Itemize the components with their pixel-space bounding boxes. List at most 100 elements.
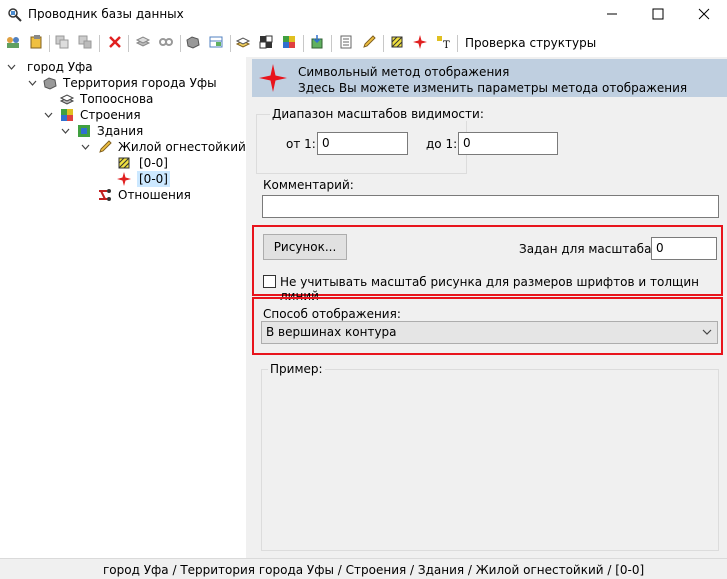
maximize-button[interactable] <box>635 0 681 30</box>
database-explorer-icon <box>7 7 23 23</box>
window-title: Проводник базы данных <box>28 7 184 21</box>
status-bar: город Уфа / Территория города Уфы / Стро… <box>0 558 727 579</box>
minimize-icon <box>606 8 618 23</box>
structure-icon <box>281 34 297 53</box>
toolbar-separator <box>457 35 458 52</box>
topo-button[interactable] <box>234 34 252 52</box>
comment-input[interactable] <box>262 195 719 218</box>
display-mode-value: В вершинах контура <box>266 325 397 339</box>
check-structure-button[interactable]: Проверка структуры <box>465 36 596 50</box>
toolbar-separator <box>230 35 231 52</box>
tree-node-item-1[interactable]: [0-0] <box>139 155 168 171</box>
toolbar-separator <box>99 35 100 52</box>
picture-button[interactable]: Рисунок... <box>263 234 347 260</box>
scale-set-input[interactable]: 0 <box>651 237 717 260</box>
copy-button[interactable] <box>53 34 71 52</box>
toolbar-separator <box>331 35 332 52</box>
tree-node-relations[interactable]: Отношения <box>118 187 191 203</box>
example-legend: Пример: <box>268 362 325 376</box>
header-subtitle: Здесь Вы можете изменить параметры метод… <box>298 81 688 95</box>
link-button[interactable] <box>157 34 175 52</box>
toolbar: T Проверка структуры <box>0 30 727 57</box>
close-button[interactable] <box>681 0 727 30</box>
display-mode-select[interactable]: В вершинах контура <box>261 321 718 344</box>
tree-node-residential[interactable]: Жилой огнестойкий <box>118 139 246 155</box>
collapse-icon[interactable] <box>80 139 90 155</box>
display-mode-label: Способ отображения: <box>263 307 401 321</box>
title-bar: Проводник базы данных <box>0 0 727 30</box>
layers-button[interactable] <box>134 34 152 52</box>
pencil-icon <box>97 139 113 155</box>
symbol-button[interactable] <box>411 34 429 52</box>
import-icon <box>309 34 325 53</box>
checker-icon <box>258 34 274 53</box>
toolbar-separator <box>180 35 181 52</box>
text-label-icon: T <box>435 34 451 53</box>
users-icon <box>5 34 21 53</box>
object-tree: город Уфа Территория города Уфы Топоосно… <box>0 57 246 558</box>
header-title: Символьный метод отображения <box>298 65 510 79</box>
toolbar-separator <box>303 35 304 52</box>
scale-from-input[interactable]: 0 <box>317 132 408 155</box>
layers-icon <box>135 34 151 53</box>
scale-to-input[interactable]: 0 <box>458 132 558 155</box>
table-icon <box>208 34 224 53</box>
tree-node-item-2-selected[interactable]: [0-0] <box>137 171 170 187</box>
checker-button[interactable] <box>257 34 275 52</box>
scale-range-legend: Диапазон масштабов видимости: <box>270 107 486 121</box>
tree-node-topo[interactable]: Топооснова <box>80 91 153 107</box>
hatch-icon <box>116 155 132 171</box>
comment-label: Комментарий: <box>263 178 354 192</box>
text-label-button[interactable]: T <box>434 34 452 52</box>
collapse-icon[interactable] <box>27 75 37 91</box>
scale-set-label: Задан для масштаба 1: <box>519 242 667 256</box>
topo-icon <box>235 34 251 53</box>
status-path: город Уфа / Территория города Уфы / Стро… <box>103 563 645 577</box>
delete-button[interactable] <box>106 34 124 52</box>
users-button[interactable] <box>4 34 22 52</box>
move-button[interactable] <box>76 34 94 52</box>
chevron-down-icon <box>702 322 712 350</box>
territory-button[interactable] <box>184 34 202 52</box>
properties-icon <box>338 34 354 53</box>
buildings-icon <box>76 123 92 139</box>
topo-icon <box>59 91 75 107</box>
copy-icon <box>54 34 70 53</box>
database-button[interactable] <box>27 34 45 52</box>
move-icon <box>77 34 93 53</box>
properties-button[interactable] <box>337 34 355 52</box>
hatch-button[interactable] <box>388 34 406 52</box>
tree-node-buildings-group[interactable]: Строения <box>80 107 141 123</box>
collapse-icon[interactable] <box>43 107 53 123</box>
close-icon <box>698 8 710 23</box>
import-button[interactable] <box>308 34 326 52</box>
buildings-group-icon <box>59 107 75 123</box>
collapse-icon[interactable] <box>6 59 16 75</box>
from-label: от 1: <box>286 137 316 151</box>
relations-icon <box>97 187 113 203</box>
tree-node-city[interactable]: город Уфа <box>27 59 93 75</box>
maximize-icon <box>652 8 664 23</box>
edit-button[interactable] <box>360 34 378 52</box>
to-label: до 1: <box>426 137 458 151</box>
territory-icon <box>42 75 58 91</box>
territory-icon <box>185 34 201 53</box>
tree-node-buildings[interactable]: Здания <box>97 123 143 139</box>
delete-icon <box>107 34 123 53</box>
minimize-button[interactable] <box>589 0 635 30</box>
link-icon <box>158 34 174 53</box>
properties-panel: Символьный метод отображения Здесь Вы мо… <box>246 57 727 558</box>
tree-node-territory[interactable]: Территория города Уфы <box>63 75 217 91</box>
collapse-icon[interactable] <box>60 123 70 139</box>
toolbar-separator <box>128 35 129 52</box>
star-symbol-icon <box>116 171 132 187</box>
table-button[interactable] <box>207 34 225 52</box>
database-icon <box>28 34 44 53</box>
example-group <box>261 369 719 551</box>
star-symbol-icon <box>412 34 428 53</box>
structure-button[interactable] <box>280 34 298 52</box>
ignore-scale-checkbox[interactable] <box>263 275 276 288</box>
hatch-icon <box>389 34 405 53</box>
panel-header: Символьный метод отображения Здесь Вы мо… <box>252 59 727 97</box>
toolbar-separator <box>383 35 384 52</box>
